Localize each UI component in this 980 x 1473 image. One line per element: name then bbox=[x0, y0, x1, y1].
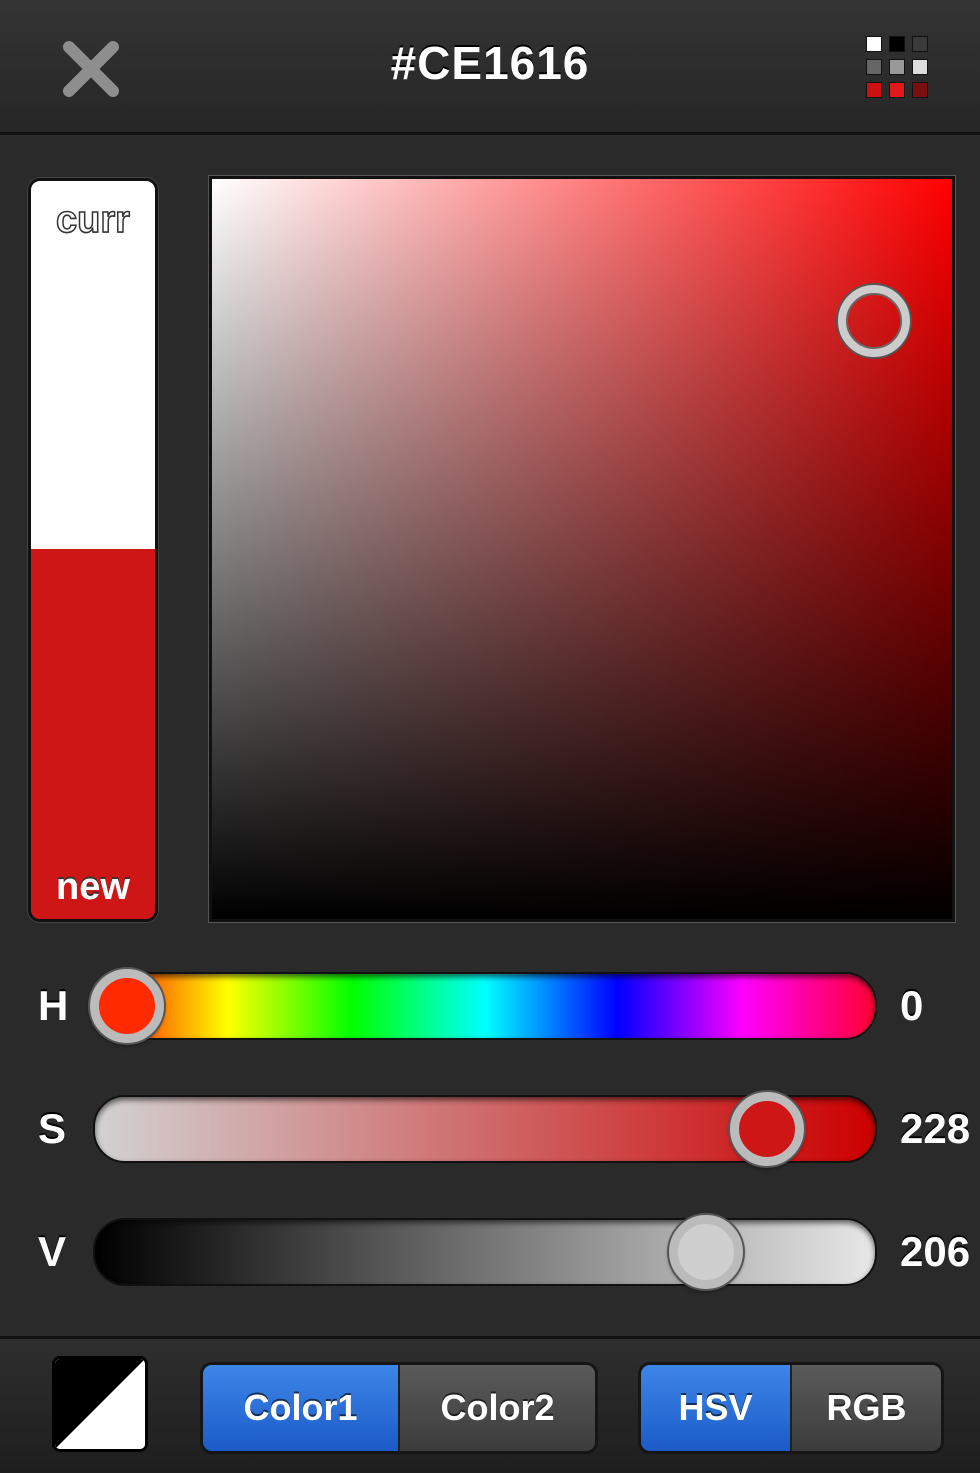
hue-value: 0 bbox=[900, 982, 924, 1029]
value-slider-thumb[interactable] bbox=[668, 1215, 743, 1289]
palette-swatch-cell bbox=[912, 82, 928, 98]
palette-swatch-cell bbox=[866, 36, 882, 52]
swap-colors-button[interactable] bbox=[52, 1356, 148, 1452]
tab-color2[interactable]: Color2 bbox=[398, 1365, 595, 1451]
tab-rgb[interactable]: RGB bbox=[790, 1365, 941, 1451]
palette-swatch-cell bbox=[866, 82, 882, 98]
tab-hsv[interactable]: HSV bbox=[641, 1365, 790, 1451]
palette-swatch-cell bbox=[889, 82, 905, 98]
color-compare-swatch[interactable]: curr new bbox=[28, 178, 158, 922]
value-value: 206 bbox=[900, 1228, 971, 1275]
palette-swatch-cell bbox=[889, 36, 905, 52]
saturation-value: 228 bbox=[900, 1105, 971, 1152]
sv-black-layer bbox=[212, 179, 952, 919]
color-slot-segmented-control: Color1 Color2 bbox=[200, 1362, 598, 1454]
hue-slider[interactable] bbox=[90, 969, 877, 1043]
value-label: V bbox=[38, 1228, 67, 1275]
black-white-swap-icon bbox=[55, 1359, 145, 1449]
current-color-swatch[interactable]: curr bbox=[31, 181, 155, 549]
saturation-slider-thumb[interactable] bbox=[730, 1092, 805, 1166]
palette-swatch-cell bbox=[912, 36, 928, 52]
saturation-value-picker[interactable] bbox=[209, 176, 955, 922]
palette-swatch-cell bbox=[889, 59, 905, 75]
sv-picker-handle[interactable] bbox=[837, 285, 910, 358]
palette-swatch-cell bbox=[866, 59, 882, 75]
saturation-label: S bbox=[38, 1105, 67, 1152]
hue-label: H bbox=[38, 982, 69, 1029]
color-hex-title[interactable]: #CE1616 bbox=[0, 36, 980, 90]
top-bar: #CE1616 bbox=[0, 0, 980, 135]
saturation-slider[interactable] bbox=[93, 1092, 877, 1166]
hue-slider-thumb[interactable] bbox=[90, 969, 164, 1043]
new-label: new bbox=[56, 866, 130, 908]
new-color-swatch: new bbox=[31, 549, 155, 919]
tab-color1[interactable]: Color1 bbox=[203, 1365, 398, 1451]
palette-grid-button[interactable] bbox=[858, 30, 940, 106]
palette-grid-icon bbox=[858, 30, 940, 106]
palette-swatch-cell bbox=[912, 59, 928, 75]
current-label: curr bbox=[55, 198, 130, 242]
value-slider[interactable] bbox=[93, 1215, 877, 1289]
color-mode-segmented-control: HSV RGB bbox=[638, 1362, 944, 1454]
